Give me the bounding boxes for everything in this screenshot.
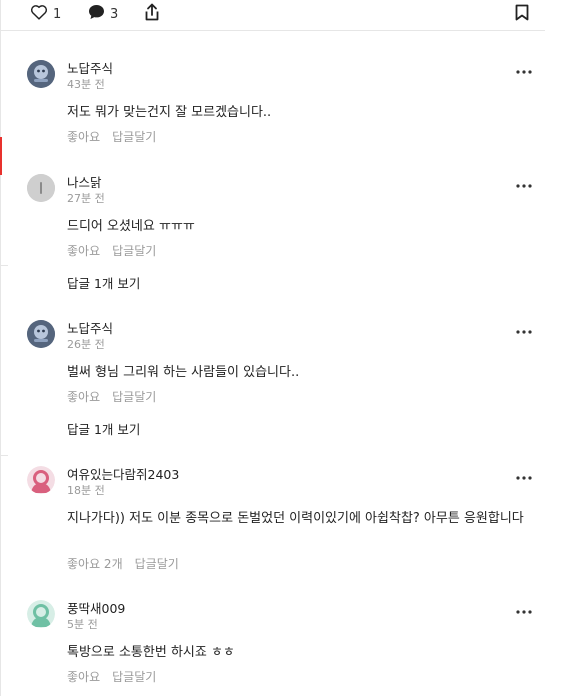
- comment-text: 톡방으로 소통한번 하시죠 ㅎㅎ: [67, 645, 235, 660]
- comment-text: 벌써 형님 그리워 하는 사람들이 있습니다..: [67, 365, 300, 380]
- view-replies-link[interactable]: 답글 1개 보기: [67, 273, 140, 292]
- like-comment-button[interactable]: 좋아요 2개: [67, 555, 123, 572]
- more-options-button[interactable]: [516, 60, 532, 79]
- left-accent-marker: [0, 137, 2, 175]
- left-rail: [0, 0, 1, 696]
- comment-author[interactable]: 노답주식: [67, 318, 113, 337]
- heart-icon: [30, 4, 48, 24]
- like-comment-button[interactable]: 좋아요: [67, 128, 100, 145]
- reply-button[interactable]: 답글달기: [112, 242, 156, 259]
- avatar[interactable]: [27, 600, 55, 628]
- reply-button[interactable]: 답글달기: [135, 555, 179, 572]
- more-dots-icon: [516, 60, 532, 79]
- comment-author[interactable]: 풍딱새009: [67, 598, 125, 617]
- reply-button[interactable]: 답글달기: [112, 388, 156, 405]
- chat-bubble-icon: [88, 4, 105, 24]
- avatar[interactable]: [27, 174, 55, 202]
- comment-author[interactable]: 나스닭: [67, 172, 102, 191]
- more-options-button[interactable]: [516, 600, 532, 619]
- rail-divider: [0, 455, 8, 456]
- comment-actions: 좋아요 답글달기: [67, 668, 156, 685]
- more-dots-icon: [516, 466, 532, 485]
- comment-actions: 좋아요 답글달기: [67, 128, 156, 145]
- comment-time: 43분 전: [67, 78, 105, 91]
- share-button[interactable]: [144, 3, 160, 25]
- avatar[interactable]: [27, 466, 55, 494]
- more-options-button[interactable]: [516, 320, 532, 339]
- comment-actions: 좋아요 2개 답글달기: [67, 555, 179, 572]
- comment-count: 3: [110, 6, 119, 22]
- reply-button[interactable]: 답글달기: [112, 668, 156, 685]
- comment-text: 저도 뭐가 맞는건지 잘 모르겠습니다..: [67, 105, 272, 120]
- comment-text: 드디어 오셨네요 ㅠㅠㅠ: [67, 219, 195, 234]
- comment-actions: 좋아요 답글달기: [67, 242, 156, 259]
- more-options-button[interactable]: [516, 174, 532, 193]
- more-dots-icon: [516, 174, 532, 193]
- comment-time: 18분 전: [67, 484, 105, 497]
- bookmark-button[interactable]: [515, 3, 529, 25]
- comment-author[interactable]: 여유있는다람쥐2403: [67, 464, 179, 483]
- like-comment-button[interactable]: 좋아요: [67, 668, 100, 685]
- avatar[interactable]: [27, 320, 55, 348]
- like-comment-button[interactable]: 좋아요: [67, 388, 100, 405]
- avatar[interactable]: [27, 60, 55, 88]
- bookmark-icon: [515, 4, 529, 25]
- view-replies-link[interactable]: 답글 1개 보기: [67, 419, 140, 438]
- like-count: 1: [53, 6, 62, 22]
- more-dots-icon: [516, 600, 532, 619]
- share-icon: [144, 3, 160, 25]
- comment-author[interactable]: 노답주식: [67, 58, 113, 77]
- comment-actions: 좋아요 답글달기: [67, 388, 156, 405]
- comment-text: 지나가다)) 저도 이분 종목으로 돈벌었던 이력이있기에 아쉽착찹? 아무튼 …: [67, 511, 524, 526]
- comment-time: 27분 전: [67, 192, 105, 205]
- more-options-button[interactable]: [516, 466, 532, 485]
- more-dots-icon: [516, 320, 532, 339]
- comment-time: 26분 전: [67, 338, 105, 351]
- like-button[interactable]: 1: [30, 3, 61, 25]
- comment-button[interactable]: 3: [88, 3, 118, 25]
- reply-button[interactable]: 답글달기: [112, 128, 156, 145]
- post-action-bar: 1 3: [0, 0, 545, 31]
- like-comment-button[interactable]: 좋아요: [67, 242, 100, 259]
- rail-divider: [0, 265, 8, 266]
- comment-time: 5분 전: [67, 618, 98, 631]
